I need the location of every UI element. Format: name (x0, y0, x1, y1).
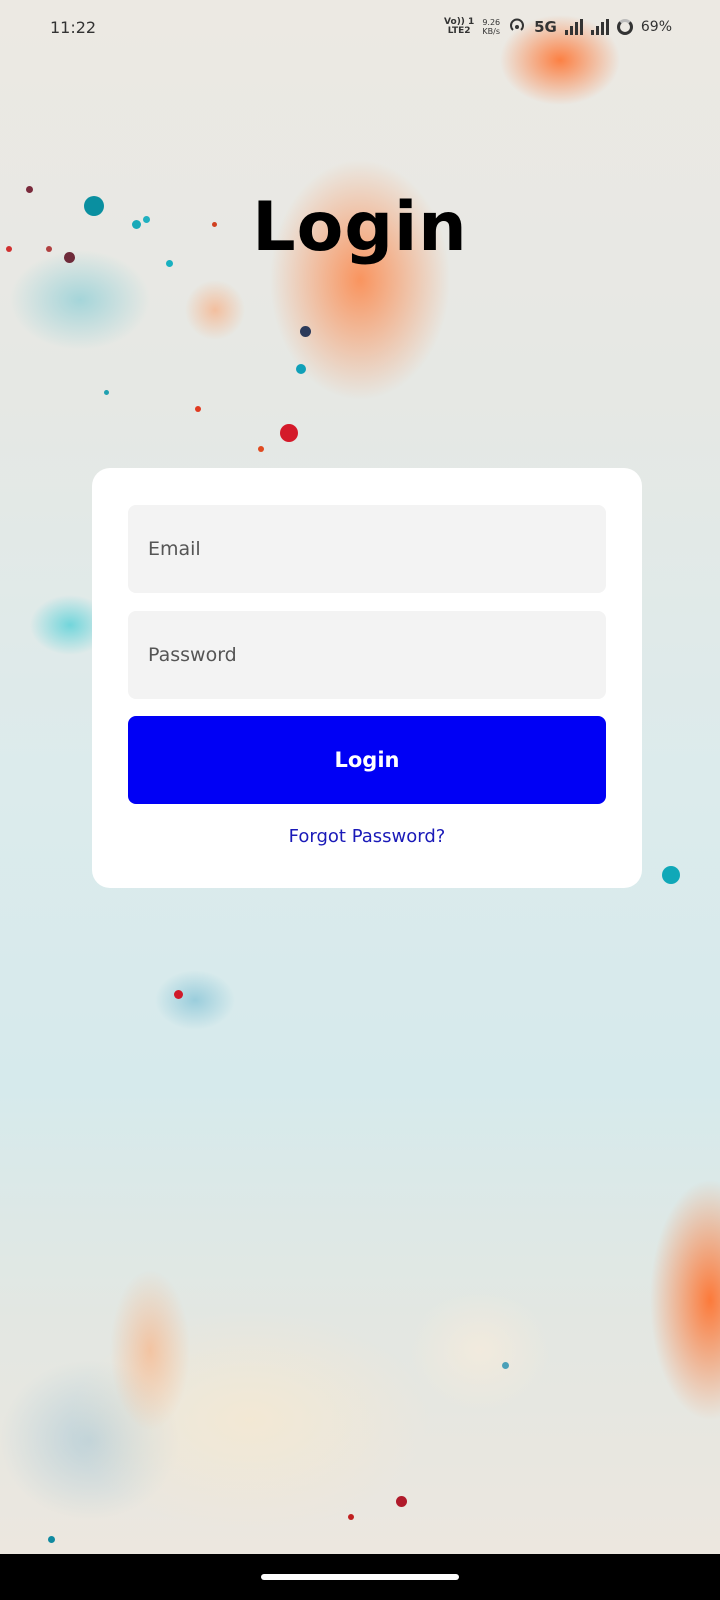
login-card: Login Forgot Password? (92, 468, 642, 888)
navigation-bar (0, 1554, 720, 1600)
page-title: Login (252, 188, 468, 267)
status-time: 11:22 (50, 18, 97, 37)
hotspot-icon (508, 16, 526, 38)
home-indicator[interactable] (261, 1574, 459, 1580)
email-field[interactable] (128, 505, 606, 593)
signal-icon (564, 19, 583, 35)
status-indicators: Vo)) 1 LTE2 9.26 KB/s 5G 69% (444, 16, 672, 38)
signal-icon-2 (590, 19, 609, 35)
status-bar: 11:22 Vo)) 1 LTE2 9.26 KB/s 5G 69% (0, 0, 720, 60)
login-button[interactable]: Login (128, 716, 606, 804)
network-speed: 9.26 KB/s (482, 18, 500, 36)
network-type: 5G (534, 18, 557, 36)
lte-label: LTE2 (447, 26, 471, 36)
speed-unit: KB/s (482, 27, 501, 36)
battery-percent: 69% (640, 19, 672, 35)
password-field[interactable] (128, 611, 606, 699)
volte-indicator: Vo)) 1 LTE2 (444, 18, 474, 36)
speed-value: 9.26 (482, 18, 501, 27)
battery-icon (616, 19, 633, 35)
forgot-password-link[interactable]: Forgot Password? (92, 826, 642, 847)
